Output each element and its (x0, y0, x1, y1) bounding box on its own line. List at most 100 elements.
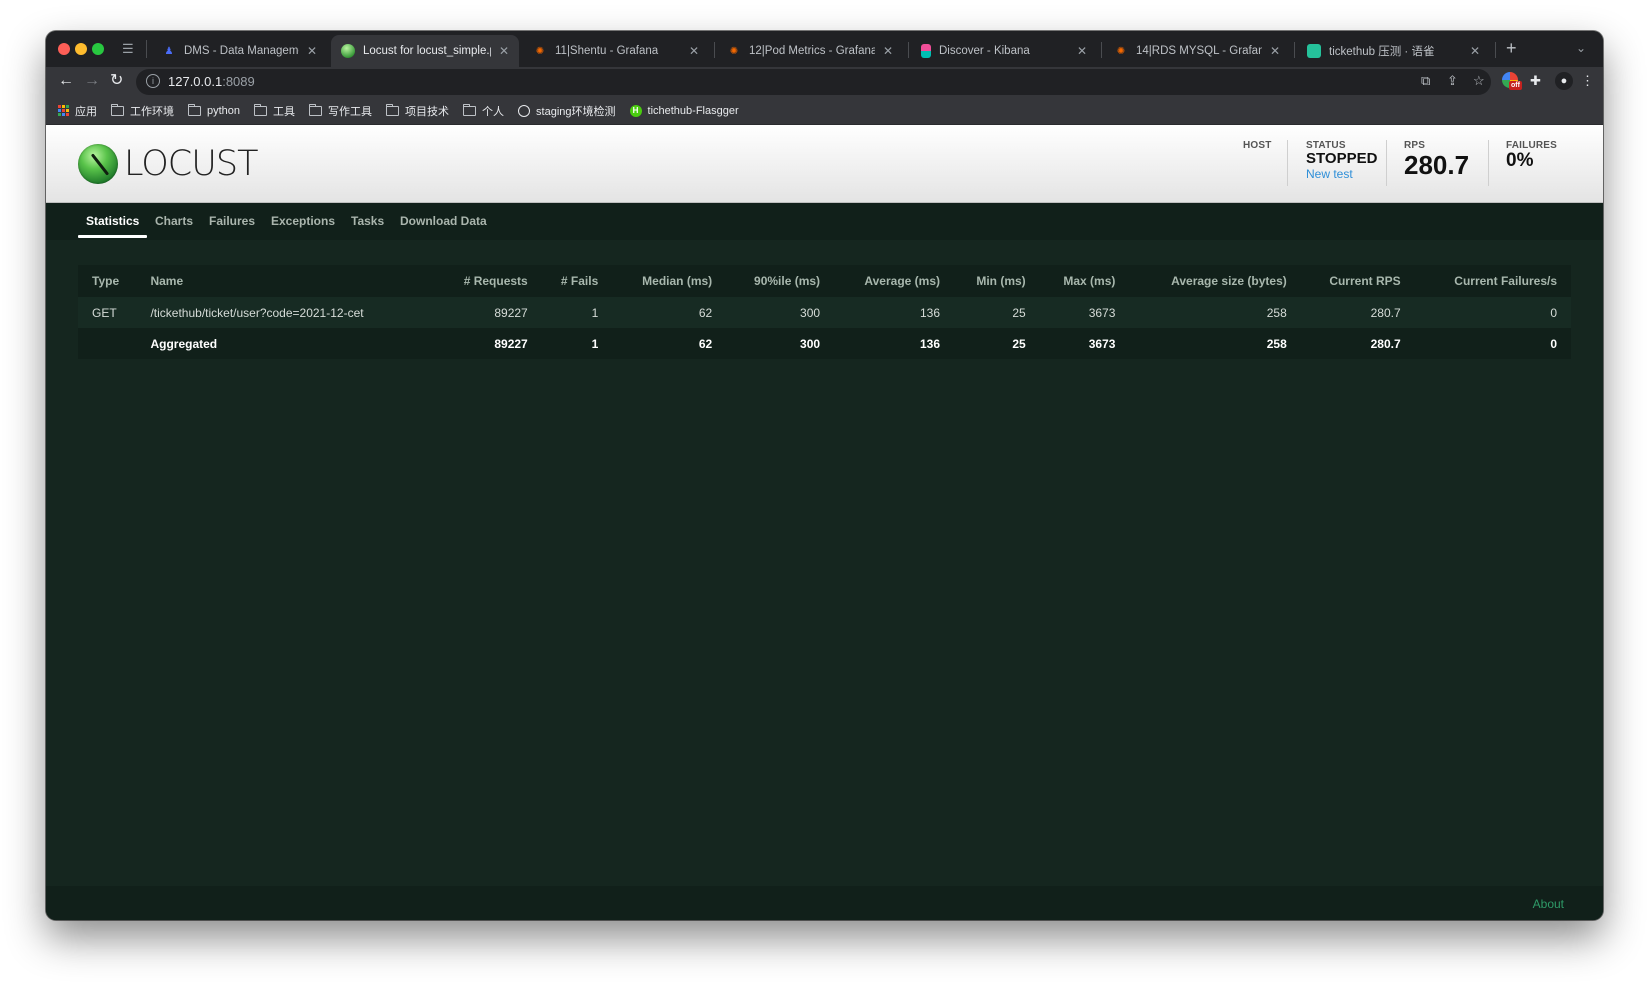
close-tab-icon[interactable]: ✕ (1077, 44, 1087, 58)
column-header-90pct[interactable]: 90%ile (ms) (726, 265, 835, 297)
cell-avg-size: 258 (1129, 297, 1301, 328)
globe-icon (518, 104, 531, 117)
bookmark-star-icon[interactable]: ☆ (1473, 73, 1485, 89)
tab-tasks[interactable]: Tasks (343, 214, 392, 228)
cell-type: GET (78, 297, 137, 328)
bookmark-folder[interactable]: python (188, 103, 241, 117)
cell-min: 25 (954, 297, 1040, 328)
browser-tab[interactable]: ✺ 11|Shentu - Grafana ✕ (523, 35, 709, 67)
new-test-link[interactable]: New test (1306, 167, 1377, 181)
locust-logo[interactable]: LOCUST (78, 144, 258, 184)
bookmark-label: tichethub-Flasgger (647, 104, 739, 117)
tab-title: tickethub 压测 · 语雀 (1329, 46, 1435, 58)
column-header-requests[interactable]: # Requests (448, 265, 542, 297)
cell-current-rps: 280.7 (1300, 328, 1415, 359)
close-tab-icon[interactable]: ✕ (883, 44, 893, 58)
kibana-icon (921, 44, 931, 58)
new-tab-button[interactable]: + (1506, 39, 1517, 57)
translate-icon[interactable]: ⧉ (1421, 73, 1430, 89)
flasgger-icon: H (629, 104, 642, 117)
bookmark-item[interactable]: staging环境检测 (518, 103, 616, 119)
divider (146, 40, 147, 58)
close-tab-icon[interactable]: ✕ (689, 44, 699, 58)
cell-fails: 1 (541, 297, 613, 328)
host-stat: HOST (1243, 140, 1272, 188)
cell-requests: 89227 (448, 328, 542, 359)
cell-median: 62 (612, 328, 727, 359)
tab-search-icon[interactable]: ☰ (122, 41, 138, 57)
bookmark-folder[interactable]: 工作环境 (111, 103, 174, 119)
main-nav: Statistics Charts Failures Exceptions Ta… (46, 203, 1603, 240)
column-header-min[interactable]: Min (ms) (954, 265, 1040, 297)
tab-statistics[interactable]: Statistics (78, 214, 147, 228)
browser-tab[interactable]: Discover - Kibana ✕ (911, 35, 1097, 67)
close-tab-icon[interactable]: ✕ (1270, 44, 1280, 58)
cell-requests: 89227 (448, 297, 542, 328)
bookmark-folder[interactable]: 写作工具 (309, 103, 372, 119)
browser-tab[interactable]: ✺ 14|RDS MYSQL - Grafana ✕ (1104, 35, 1290, 67)
tab-failures[interactable]: Failures (201, 214, 263, 228)
bookmark-folder[interactable]: 项目技术 (386, 103, 449, 119)
bookmark-item[interactable]: H tichethub-Flasgger (629, 104, 739, 117)
about-link[interactable]: About (1533, 897, 1564, 911)
rps-stat: RPS 280.7 (1404, 140, 1469, 188)
locust-logo-icon (78, 144, 118, 184)
status-stat: STATUS STOPPED New test (1306, 140, 1377, 188)
browser-tab[interactable]: ♟ DMS - Data Management Ser ✕ (152, 35, 327, 67)
locust-header: LOCUST HOST STATUS STOPPED New test RPS … (46, 125, 1603, 203)
column-header-type[interactable]: Type (78, 265, 137, 297)
bookmark-folder[interactable]: 个人 (463, 103, 504, 119)
browser-tab[interactable]: ✺ 12|Pod Metrics - Grafana ✕ (717, 35, 903, 67)
browser-toolbar: ← → ↻ i 127.0.0.1:8089 ⧉ ⇪ ☆ off ✚ ● ⋮ (46, 67, 1603, 97)
info-icon[interactable]: i (146, 74, 160, 88)
tab-download-data[interactable]: Download Data (392, 214, 495, 228)
yuque-icon (1307, 44, 1321, 58)
cell-avg-size: 258 (1129, 328, 1301, 359)
cell-90pct: 300 (726, 297, 835, 328)
column-header-current-failures[interactable]: Current Failures/s (1414, 265, 1571, 297)
close-window-button[interactable] (58, 43, 70, 55)
bookmark-item[interactable]: 应用 (58, 103, 97, 119)
logo-text: LOCUST (124, 144, 258, 184)
table-row: GET /tickethub/ticket/user?code=2021-12-… (78, 297, 1571, 328)
share-icon[interactable]: ⇪ (1447, 73, 1458, 89)
close-tab-icon[interactable]: ✕ (307, 44, 317, 58)
column-header-fails[interactable]: # Fails (541, 265, 613, 297)
browser-tab-active[interactable]: Locust for locust_simple.py ✕ (331, 35, 519, 67)
column-header-median[interactable]: Median (ms) (612, 265, 727, 297)
bookmark-label: python (207, 104, 241, 117)
active-tab-indicator (78, 235, 147, 238)
back-arrow-icon[interactable]: ← (58, 72, 74, 90)
minimize-window-button[interactable] (75, 43, 87, 55)
tab-exceptions[interactable]: Exceptions (263, 214, 343, 228)
column-header-name[interactable]: Name (136, 265, 449, 297)
column-header-max[interactable]: Max (ms) (1039, 265, 1130, 297)
locust-icon (341, 44, 355, 58)
extension-badge: off (1509, 81, 1522, 90)
dms-icon: ♟ (164, 45, 174, 57)
host-label: HOST (1243, 140, 1272, 151)
browser-tab[interactable]: tickethub 压测 · 语雀 ✕ (1297, 35, 1490, 67)
tab-charts[interactable]: Charts (147, 214, 201, 228)
address-bar[interactable]: i 127.0.0.1:8089 ⧉ ⇪ ☆ (136, 69, 1491, 95)
maximize-window-button[interactable] (92, 43, 104, 55)
page-footer: About (46, 886, 1603, 920)
bookmark-folder[interactable]: 工具 (254, 103, 295, 119)
extensions-puzzle-icon[interactable]: ✚ (1530, 73, 1541, 89)
close-tab-icon[interactable]: ✕ (499, 44, 509, 58)
forward-arrow-icon[interactable]: → (84, 72, 100, 90)
column-header-avg-size[interactable]: Average size (bytes) (1129, 265, 1301, 297)
close-tab-icon[interactable]: ✕ (1470, 44, 1480, 58)
browser-window: ☰ ♟ DMS - Data Management Ser ✕ Locust f… (46, 31, 1603, 920)
bookmarks-bar: 应用 工作环境 python 工具 写作工具 项目技术 个人 staging环境… (46, 97, 1603, 125)
folder-icon (463, 103, 477, 116)
reload-icon[interactable]: ↻ (110, 72, 123, 90)
tab-list-chevron-icon[interactable]: ⌄ (1576, 41, 1586, 55)
status-value: STOPPED (1306, 150, 1378, 167)
menu-kebab-icon[interactable]: ⋮ (1581, 73, 1594, 89)
profile-avatar-icon[interactable]: ● (1555, 72, 1573, 90)
column-header-current-rps[interactable]: Current RPS (1300, 265, 1415, 297)
column-header-average[interactable]: Average (ms) (834, 265, 954, 297)
url-text[interactable]: 127.0.0.1:8089 (168, 74, 255, 89)
cell-current-failures: 0 (1414, 297, 1571, 328)
